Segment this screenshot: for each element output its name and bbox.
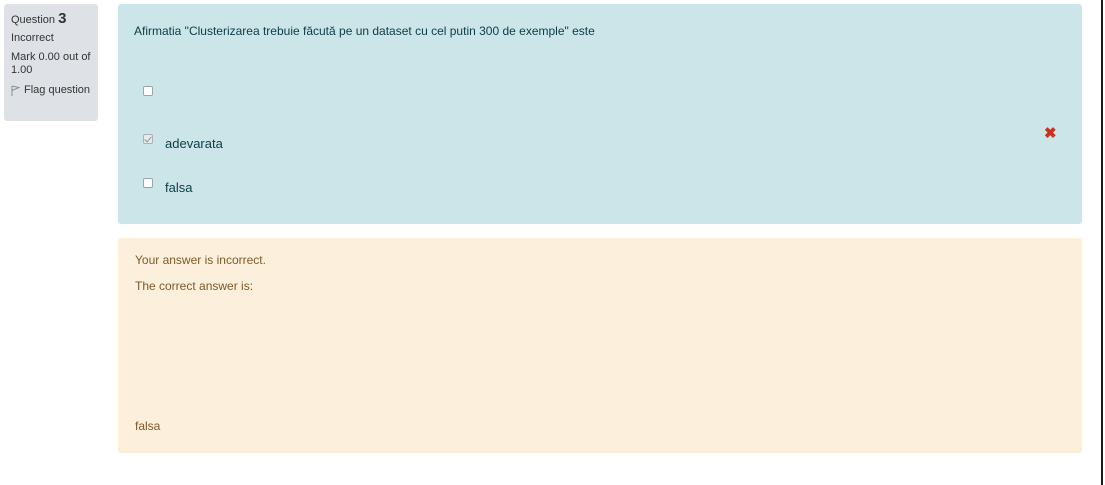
answer-checkbox-checked[interactable] [143,133,153,144]
quiz-review-page: Question 3 Incorrect Mark 0.00 out of 1.… [0,0,1105,485]
question-number: 3 [58,10,67,27]
answer-option-blank[interactable] [143,86,165,96]
question-number-row: Question 3 [11,11,98,28]
answer-option-adevarata[interactable]: adevarata [143,131,223,151]
feedback-result: Your answer is incorrect. [135,253,266,267]
answer-option-falsa[interactable]: falsa [143,175,192,195]
flag-icon [11,85,20,96]
question-state: Incorrect [11,32,54,44]
correct-answer-intro: The correct answer is: [135,279,254,293]
answer-checkbox[interactable] [143,177,153,188]
feedback-panel: Your answer is incorrect. The correct an… [118,238,1082,453]
incorrect-icon: ✖ [1044,125,1057,142]
flag-question-link[interactable]: Flag question [11,84,98,97]
question-grade: Mark 0.00 out of 1.00 [11,51,91,76]
flag-question-label: Flag question [24,84,91,96]
question-text: Afirmatia "Clusterizarea trebuie făcută … [134,24,595,38]
question-label: Question [11,14,56,26]
correct-answer: falsa [135,419,161,433]
answer-option-label: falsa [165,180,193,195]
answer-checkbox[interactable] [143,86,153,96]
window-edge-divider [1101,0,1103,485]
answer-option-label: adevarata [165,136,223,151]
question-info-panel: Question 3 Incorrect Mark 0.00 out of 1.… [4,4,98,121]
question-content: Afirmatia "Clusterizarea trebuie făcută … [118,4,1082,224]
